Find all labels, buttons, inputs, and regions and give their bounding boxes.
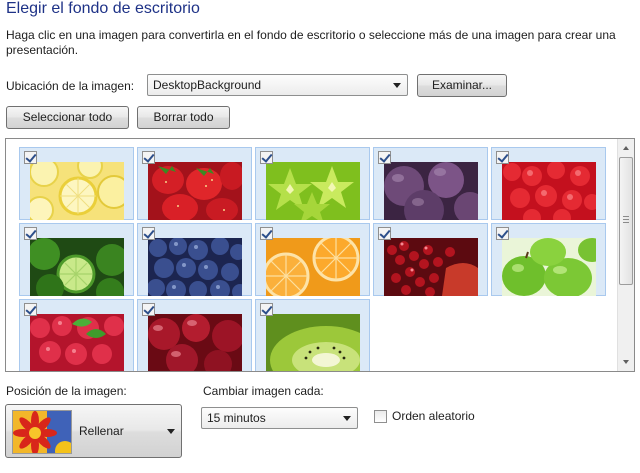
item-checkbox[interactable] bbox=[260, 227, 273, 240]
item-checkbox[interactable] bbox=[142, 151, 155, 164]
figs-thumbnail bbox=[384, 162, 478, 220]
scroll-thumb[interactable] bbox=[619, 157, 633, 285]
chevron-down-icon bbox=[393, 83, 401, 88]
lemon-slices-thumbnail bbox=[30, 162, 124, 220]
item-checkbox[interactable] bbox=[24, 151, 37, 164]
location-label: Ubicación de la imagen: bbox=[6, 79, 135, 93]
gallery-item-strawberries[interactable] bbox=[137, 147, 252, 220]
gallery-item-figs[interactable] bbox=[373, 147, 488, 220]
page-description: Haga clic en una imagen para convertirla… bbox=[6, 28, 616, 57]
cherries-thumbnail bbox=[148, 314, 242, 371]
scroll-down-arrow-icon[interactable] bbox=[618, 354, 634, 371]
orange-slices-thumbnail bbox=[266, 238, 360, 296]
checkbox-box[interactable] bbox=[374, 410, 387, 423]
interval-label: Cambiar imagen cada: bbox=[203, 384, 324, 398]
item-checkbox[interactable] bbox=[260, 303, 273, 316]
position-dropdown[interactable]: Rellenar bbox=[5, 404, 182, 458]
image-gallery bbox=[5, 138, 635, 372]
interval-dropdown[interactable]: 15 minutos bbox=[201, 407, 358, 429]
grip-icon bbox=[623, 216, 629, 223]
item-checkbox[interactable] bbox=[24, 303, 37, 316]
gallery-item-kiwi[interactable] bbox=[255, 299, 370, 371]
blueberries-thumbnail bbox=[148, 238, 242, 296]
strawberries-thumbnail bbox=[148, 162, 242, 220]
star-fruit-thumbnail bbox=[266, 162, 360, 220]
location-dropdown[interactable]: DesktopBackground bbox=[147, 74, 408, 96]
gallery-item-starfruit[interactable] bbox=[255, 147, 370, 220]
pomegranate-thumbnail bbox=[384, 238, 478, 296]
position-value: Rellenar bbox=[79, 424, 124, 438]
chevron-down-icon bbox=[167, 429, 175, 434]
clear-all-button[interactable]: Borrar todo bbox=[137, 106, 230, 129]
position-preview-thumbnail bbox=[12, 410, 72, 454]
raspberries-mint-thumbnail bbox=[30, 314, 124, 371]
position-label: Posición de la imagen: bbox=[6, 384, 127, 398]
item-checkbox[interactable] bbox=[496, 227, 509, 240]
gallery-item-lemon[interactable] bbox=[19, 147, 134, 220]
item-checkbox[interactable] bbox=[378, 227, 391, 240]
item-checkbox[interactable] bbox=[142, 303, 155, 316]
gallery-item-oranges[interactable] bbox=[255, 223, 370, 296]
item-checkbox[interactable] bbox=[24, 227, 37, 240]
item-checkbox[interactable] bbox=[260, 151, 273, 164]
gallery-item-cherries[interactable] bbox=[137, 299, 252, 371]
gallery-item-limes[interactable] bbox=[19, 223, 134, 296]
gallery-item-raspberries[interactable] bbox=[491, 147, 606, 220]
gallery-item-blueberries[interactable] bbox=[137, 223, 252, 296]
gallery-item-raspberries-mint[interactable] bbox=[19, 299, 134, 371]
select-all-button[interactable]: Seleccionar todo bbox=[6, 106, 129, 129]
limes-thumbnail bbox=[30, 238, 124, 296]
item-checkbox[interactable] bbox=[378, 151, 391, 164]
raspberries-thumbnail bbox=[502, 162, 596, 220]
gallery-item-green-apples[interactable] bbox=[491, 223, 606, 296]
item-checkbox[interactable] bbox=[142, 227, 155, 240]
interval-value: 15 minutos bbox=[207, 411, 266, 425]
browse-button[interactable]: Examinar... bbox=[417, 74, 507, 97]
page-title: Elegir el fondo de escritorio bbox=[6, 0, 200, 17]
shuffle-label: Orden aleatorio bbox=[392, 409, 475, 423]
chevron-down-icon bbox=[343, 416, 351, 421]
gallery-item-pomegranate[interactable] bbox=[373, 223, 488, 296]
green-apples-thumbnail bbox=[502, 238, 596, 296]
gallery-scrollbar[interactable] bbox=[617, 139, 634, 371]
scroll-up-arrow-icon[interactable] bbox=[618, 139, 634, 156]
kiwi-slices-thumbnail bbox=[266, 314, 360, 371]
location-value: DesktopBackground bbox=[153, 78, 262, 92]
item-checkbox[interactable] bbox=[496, 151, 509, 164]
